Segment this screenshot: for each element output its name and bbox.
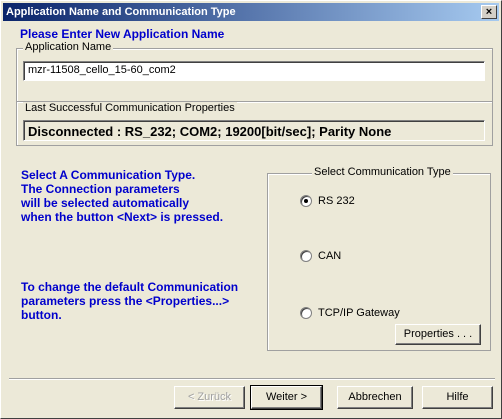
footer-separator	[9, 378, 495, 380]
communication-type-group-label: Select Communication Type	[312, 166, 453, 178]
back-button[interactable]: < Zurück	[174, 386, 245, 409]
app-name-heading: Please Enter New Application Name	[20, 27, 225, 41]
application-name-input[interactable]: mzr-11508_cello_15-60_com2	[23, 61, 485, 81]
instructions-line-1: Select A Communication Type.	[21, 168, 196, 182]
help-button[interactable]: Hilfe	[422, 386, 493, 409]
properties-button[interactable]: Properties . . .	[395, 324, 481, 345]
communication-type-group: Select Communication Type RS 232 CAN TCP…	[267, 166, 491, 351]
radio-tcpip-label: TCP/IP Gateway	[318, 307, 400, 319]
cancel-button[interactable]: Abbrechen	[337, 386, 413, 409]
radio-rs232-label: RS 232	[318, 195, 355, 207]
radio-can[interactable]: CAN	[300, 250, 341, 262]
application-name-group: Application Name mzr-11508_cello_15-60_c…	[16, 41, 493, 102]
window-title: Application Name and Communication Type	[6, 6, 236, 18]
radio-button[interactable]	[300, 250, 312, 262]
instructions-line-2: The Connection parameters	[21, 182, 180, 196]
application-name-group-label: Application Name	[23, 41, 114, 53]
instructions-line-3: will be selected automatically	[21, 196, 190, 210]
radio-tcpip-gateway[interactable]: TCP/IP Gateway	[300, 307, 400, 319]
radio-can-label: CAN	[318, 250, 342, 262]
instructions-line-7: button.	[21, 308, 62, 322]
instructions-line-5: To change the default Communication	[21, 280, 239, 294]
close-button[interactable]: ×	[481, 5, 497, 19]
last-communication-group: Last Successful Communication Properties…	[16, 102, 493, 146]
radio-rs232[interactable]: RS 232	[300, 195, 355, 207]
title-bar[interactable]: Application Name and Communication Type …	[3, 3, 499, 21]
next-button[interactable]: Weiter >	[250, 385, 323, 410]
radio-button[interactable]	[300, 307, 312, 319]
instructions-line-4: when the button <Next> is pressed.	[21, 210, 224, 224]
connection-status-display: Disconnected : RS_232; COM2; 19200[bit/s…	[23, 120, 485, 141]
instructions-line-6: parameters press the <Properties...>	[21, 294, 230, 308]
radio-button-checked[interactable]	[300, 195, 312, 207]
dialog-window: Application Name and Communication Type …	[0, 0, 502, 419]
last-communication-group-label: Last Successful Communication Properties	[23, 102, 237, 114]
